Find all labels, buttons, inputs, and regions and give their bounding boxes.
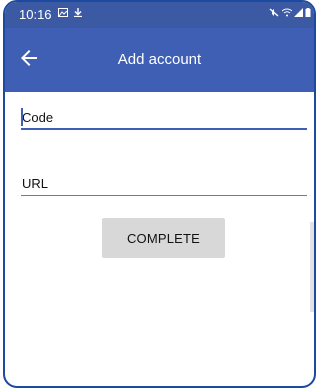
form-content: COMPLETE xyxy=(5,92,314,386)
complete-button[interactable]: COMPLETE xyxy=(102,218,225,258)
mute-icon xyxy=(269,8,279,17)
page-title: Add account xyxy=(117,51,202,68)
wifi-icon xyxy=(282,8,292,17)
code-input[interactable] xyxy=(21,106,307,130)
text-cursor xyxy=(21,108,23,126)
status-time: 10:16 xyxy=(19,7,52,22)
app-bar: Add account xyxy=(5,28,314,92)
status-bar: 10:16 xyxy=(5,2,314,28)
phone-frame: 10:16 Add account Code URL COMPLETE xyxy=(3,0,316,388)
url-input[interactable] xyxy=(21,172,307,196)
scrollbar[interactable] xyxy=(310,222,314,312)
battery-icon xyxy=(305,8,311,17)
image-icon xyxy=(58,8,68,17)
download-icon xyxy=(74,8,82,17)
signal-icon xyxy=(294,8,303,17)
